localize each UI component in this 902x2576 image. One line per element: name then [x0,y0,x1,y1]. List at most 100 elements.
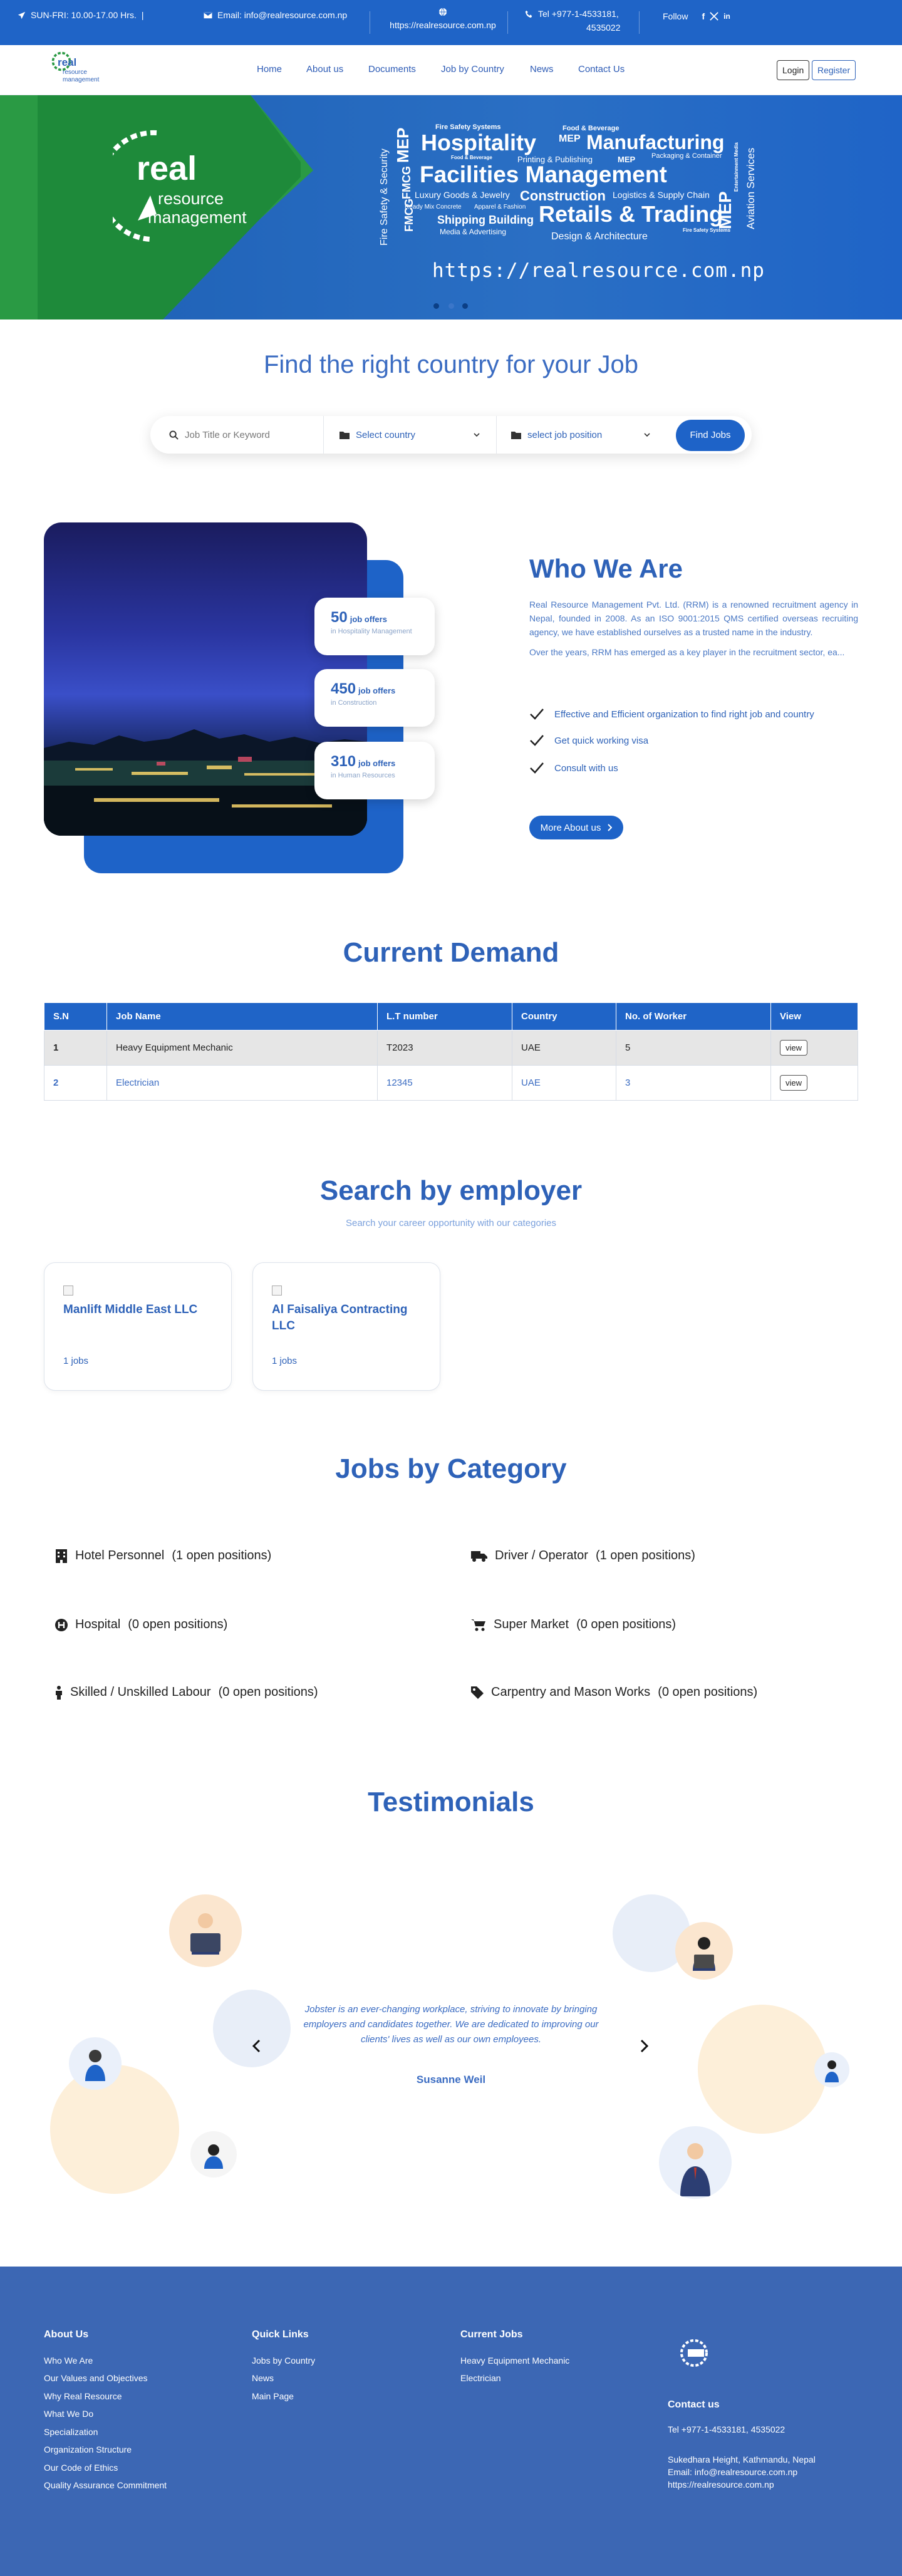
website-info[interactable]: https://realresource.com.np [383,8,502,30]
employer-name[interactable]: Al Faisaliya Contracting LLC [272,1302,422,1334]
tag-icon [471,1686,484,1699]
more-about-label[interactable]: More About us [541,823,601,833]
testimonial-next-button[interactable] [635,2037,653,2055]
nav-about[interactable]: About us [306,64,343,75]
category-item[interactable]: Super Market (0 open positions) [471,1618,676,1632]
footer-address: Sukedhara Height, Kathmandu, Nepal [668,2454,816,2464]
person-icon [204,2144,223,2169]
decor-circle [213,1990,291,2067]
carousel-dot-3[interactable] [462,303,468,309]
footer-link[interactable]: Main Page [252,2391,294,2401]
nav-documents[interactable]: Documents [368,64,416,75]
hours-text: SUN-FRI: 10.00-17.00 Hrs. [31,10,137,20]
footer-link[interactable]: Organization Structure [44,2444,132,2454]
word-mep-a: MEP [559,133,581,144]
carousel-dot-1[interactable] [433,303,439,309]
footer-link[interactable]: Our Values and Objectives [44,2373,148,2383]
category-item[interactable]: Hospital (0 open positions) [55,1618,227,1632]
footer-link[interactable]: Our Code of Ethics [44,2463,118,2473]
email-info[interactable]: Email: info@realresource.com.np [204,10,347,20]
category-item[interactable]: Skilled / Unskilled Labour (0 open posit… [55,1685,318,1700]
category-name[interactable]: Skilled / Unskilled Labour [70,1685,211,1700]
col-country: Country [512,1002,616,1031]
check-item: Get quick working visa [529,734,648,747]
nav-job-by-country[interactable]: Job by Country [441,64,504,75]
category-name[interactable]: Hospital [75,1618,120,1632]
employer-name[interactable]: Manlift Middle East LLC [63,1302,214,1318]
testimonial-prev-button[interactable] [248,2037,266,2055]
footer-link[interactable]: Jobs by Country [252,2355,315,2366]
category-name[interactable]: Carpentry and Mason Works [491,1685,650,1700]
linkedin-icon[interactable]: in [723,12,730,21]
footer-link[interactable]: News [252,2373,274,2383]
category-name[interactable]: Driver / Operator [495,1549,588,1563]
employer-card[interactable]: Manlift Middle East LLC 1 jobs [44,1262,232,1391]
decor-circle [698,2005,827,2134]
footer-link[interactable]: Heavy Equipment Mechanic [460,2355,569,2366]
word-design: Design & Architecture [551,231,648,242]
col-job-name: Job Name [106,1002,378,1031]
facebook-icon[interactable]: f [702,11,705,21]
stat-card-hr: 310 job offers in Human Resources [314,742,435,799]
footer-link[interactable]: Who We Are [44,2355,93,2366]
avatar [169,1894,242,1967]
cell-lt: T2023 [377,1030,512,1066]
register-button[interactable]: Register [812,60,856,80]
footer-link[interactable]: Specialization [44,2427,98,2437]
word-vertical-fmcg-b: FMCG [403,199,415,232]
avatar [69,2037,122,2090]
testimonials-title: Testimonials [368,1787,534,1817]
footer-link[interactable]: Electrician [460,2373,501,2383]
country-select[interactable]: Select country [340,416,484,454]
site-logo[interactable]: real resource management [50,50,106,91]
footer-link[interactable]: What We Do [44,2409,93,2419]
category-item[interactable]: Driver / Operator (1 open positions) [471,1549,695,1563]
social-links: Follow f in [663,11,730,21]
category-item[interactable]: Hotel Personnel (1 open positions) [55,1549,271,1563]
nav-home[interactable]: Home [257,64,282,75]
hotel-icon [56,1549,67,1563]
position-select-value[interactable]: select job position [527,430,602,440]
word-manufacturing: Manufacturing [586,131,725,153]
stat-card-construction: 450 job offers in Construction [314,669,435,727]
view-button[interactable]: view [780,1075,808,1091]
email-text[interactable]: Email: info@realresource.com.np [217,10,347,20]
word-hospitality: Hospitality [421,130,537,155]
find-jobs-button[interactable]: Find Jobs [676,420,745,451]
website-text[interactable]: https://realresource.com.np [390,20,496,30]
category-count: (0 open positions) [576,1618,676,1631]
footer-email[interactable]: Email: info@realresource.com.np [668,2467,797,2477]
stat-number: 50 [331,609,348,626]
keyword-placeholder[interactable]: Job Title or Keyword [185,430,270,440]
hero-logo-management: management [148,208,247,227]
category-item[interactable]: Carpentry and Mason Works (0 open positi… [471,1685,757,1700]
view-button[interactable]: view [780,1040,808,1056]
nav-contact[interactable]: Contact Us [578,64,625,75]
word-vertical-fire: Fire Safety & Security [379,148,390,246]
position-select[interactable]: select job position [511,416,655,454]
employer-card[interactable]: Al Faisaliya Contracting LLC 1 jobs [252,1262,440,1391]
x-twitter-icon[interactable] [710,12,718,21]
check-icon [530,735,544,746]
category-name[interactable]: Hotel Personnel [75,1549,164,1563]
footer-contact-title: Contact us [668,2399,720,2410]
current-demand-title: Current Demand [343,937,559,968]
carousel-dot-2[interactable] [448,303,454,309]
login-button[interactable]: Login [777,60,810,80]
who-paragraph-1: Real Resource Management Pvt. Ltd. (RRM)… [529,600,858,637]
cell-workers: 5 [616,1030,771,1066]
keyword-field[interactable]: Job Title or Keyword [169,416,307,454]
check-item: Consult with us [529,762,618,774]
category-name[interactable]: Super Market [494,1618,569,1632]
word-apparel: Apparel & Fashion [474,204,526,210]
footer-website[interactable]: https://realresource.com.np [668,2480,774,2490]
word-packaging: Packaging & Container [651,152,722,160]
demand-table: S.N Job Name L.T number Country No. of W… [44,1002,858,1101]
person-icon [85,2050,105,2081]
more-about-button[interactable]: More About us [529,816,623,839]
nav-news[interactable]: News [530,64,554,75]
footer-link[interactable]: Why Real Resource [44,2391,122,2401]
country-select-value[interactable]: Select country [356,430,415,440]
footer-link[interactable]: Quality Assurance Commitment [44,2480,167,2490]
who-we-are-section: Who We Are Real Resource Management Pvt.… [529,554,858,659]
